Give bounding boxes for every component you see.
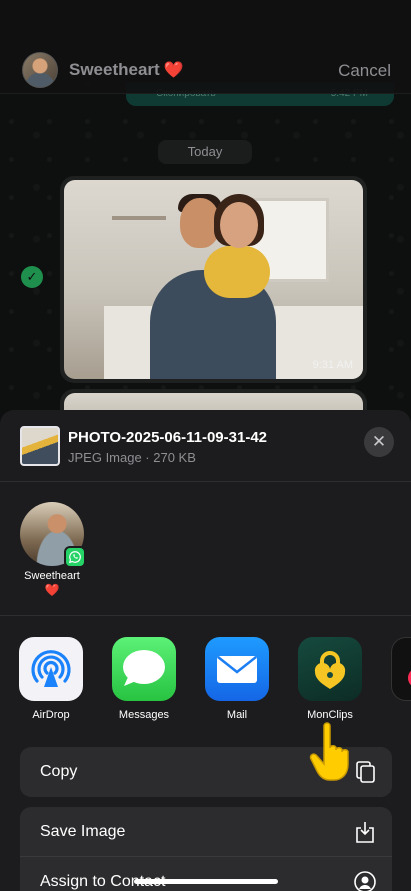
tiktok-icon bbox=[391, 637, 411, 701]
contact-suggestion-sweetheart[interactable]: Sweetheart ❤️ bbox=[14, 502, 90, 597]
lock-heart-icon bbox=[298, 637, 362, 701]
action-save-image[interactable]: Save Image bbox=[20, 807, 392, 857]
app-tiktok[interactable]: T bbox=[383, 637, 411, 721]
file-thumbnail bbox=[20, 426, 60, 466]
heart-icon: ❤️ bbox=[163, 62, 184, 79]
share-sheet: PHOTO-2025-06-11-09-31-42 JPEG Image · 2… bbox=[0, 410, 411, 891]
save-image-icon bbox=[356, 822, 374, 843]
chat-header: Sweetheart ❤️ Cancel bbox=[0, 0, 411, 94]
pointing-hand-cursor-icon bbox=[309, 722, 349, 781]
app-airdrop[interactable]: AirDrop bbox=[11, 637, 91, 721]
app-label: Messages bbox=[118, 709, 170, 721]
file-name: PHOTO-2025-06-11-09-31-42 bbox=[68, 429, 267, 446]
divider bbox=[0, 481, 411, 482]
action-assign-to-contact[interactable]: Assign to Contact bbox=[20, 857, 392, 891]
app-monclips[interactable]: MonClips bbox=[290, 637, 370, 721]
heart-icon: ❤️ bbox=[44, 583, 60, 597]
contact-avatar[interactable] bbox=[22, 52, 58, 88]
selected-check-icon[interactable]: ✓ bbox=[21, 266, 43, 288]
whatsapp-icon bbox=[64, 546, 86, 568]
photo-image: 9:31 AM bbox=[64, 180, 363, 379]
share-apps-row: AirDrop Messages Mail MonClips bbox=[0, 637, 411, 727]
file-meta: JPEG Image · 270 KB bbox=[68, 450, 196, 465]
contact-icon bbox=[354, 871, 376, 891]
messages-icon bbox=[112, 637, 176, 701]
avatar bbox=[20, 502, 86, 568]
file-header: PHOTO-2025-06-11-09-31-42 JPEG Image · 2… bbox=[0, 410, 411, 481]
action-label: Save Image bbox=[40, 823, 126, 840]
divider bbox=[0, 615, 411, 616]
app-messages[interactable]: Messages bbox=[104, 637, 184, 721]
close-icon: ✕ bbox=[371, 432, 387, 451]
contact-name[interactable]: Sweetheart ❤️ bbox=[69, 60, 184, 80]
contact-suggestion-name: Sweetheart bbox=[24, 570, 80, 582]
airdrop-icon bbox=[19, 637, 83, 701]
app-label: AirDrop bbox=[32, 709, 70, 721]
app-label: Mail bbox=[226, 709, 248, 721]
close-button[interactable]: ✕ bbox=[364, 427, 394, 457]
photo-timestamp: 9:31 AM bbox=[312, 359, 353, 371]
action-label: Copy bbox=[40, 763, 78, 780]
cancel-button[interactable]: Cancel bbox=[338, 61, 391, 81]
mail-icon bbox=[205, 637, 269, 701]
contact-name-text: Sweetheart bbox=[69, 60, 160, 79]
app-label: T bbox=[383, 709, 411, 721]
date-separator: Today bbox=[158, 140, 252, 164]
photo-message[interactable]: 9:31 AM bbox=[60, 176, 367, 383]
app-mail[interactable]: Mail bbox=[197, 637, 277, 721]
home-indicator[interactable] bbox=[134, 879, 278, 884]
